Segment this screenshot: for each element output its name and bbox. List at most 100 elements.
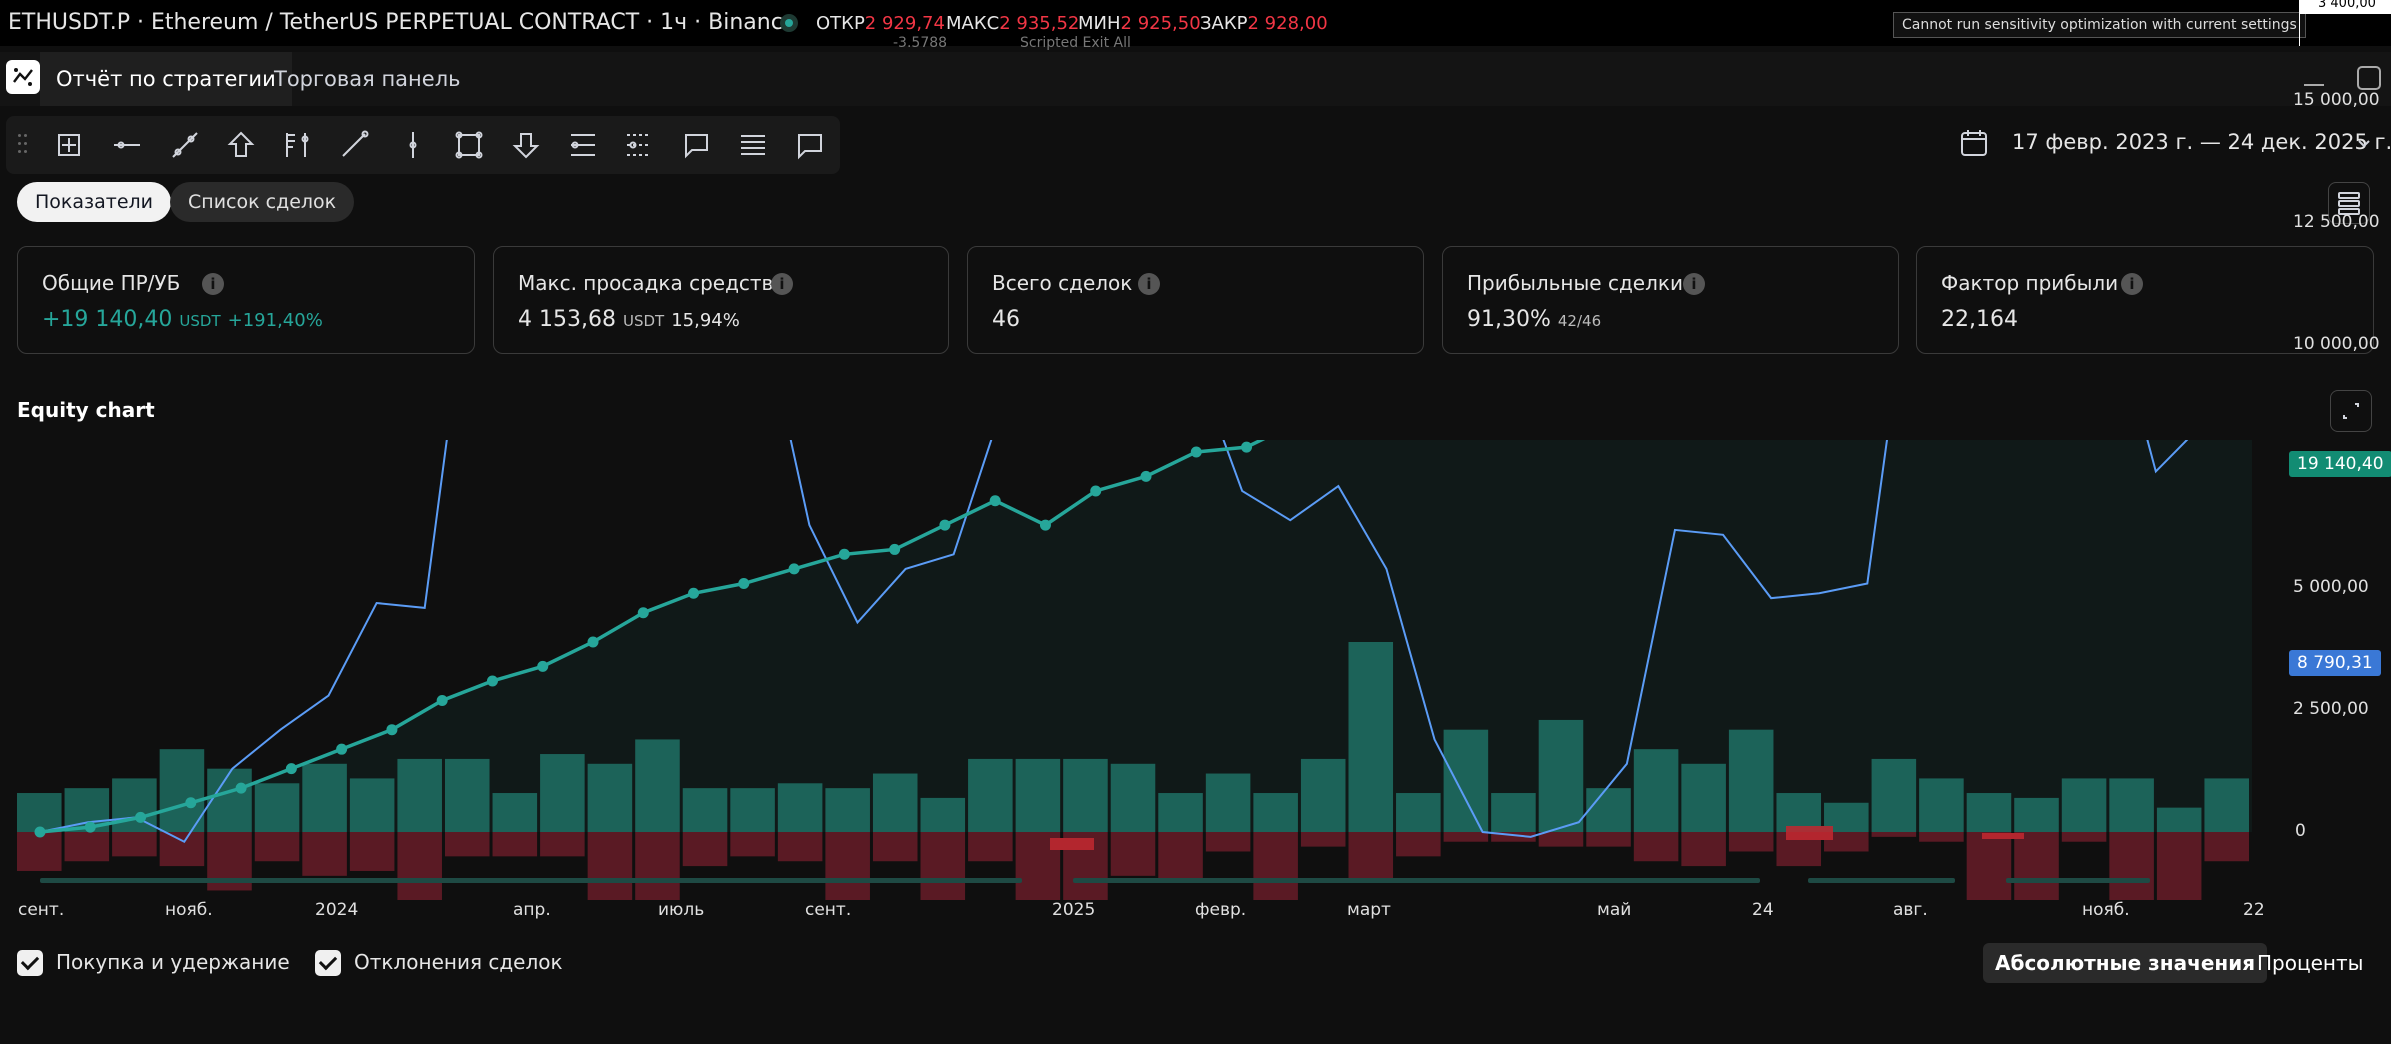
equity-chart[interactable] bbox=[0, 440, 2391, 900]
equity-point bbox=[1140, 470, 1152, 482]
card-max-drawdown: Макс. просадка средств i 4 153,68 USDT 1… bbox=[493, 246, 949, 354]
x-tick-label: 22 bbox=[2243, 900, 2265, 920]
tab-strategy-report[interactable]: Отчёт по стратегии bbox=[40, 52, 292, 106]
trade-timeline-segment bbox=[1073, 878, 1760, 883]
x-tick-label: сент. bbox=[18, 900, 65, 920]
trade-drawdown-bar bbox=[1538, 832, 1584, 847]
partial-indicator-value: -3.5788 bbox=[893, 35, 948, 51]
card-total-trades: Всего сделок i 46 bbox=[967, 246, 1424, 354]
short-position-icon[interactable] bbox=[616, 122, 662, 168]
date-range-selector[interactable]: 17 февр. 2023 г. — 24 дек. 2025 г. bbox=[2012, 130, 2391, 154]
comment-icon[interactable] bbox=[787, 122, 833, 168]
symbol-title[interactable]: ETHUSDT.P · Ethereum / TetherUS PERPETUA… bbox=[8, 10, 796, 35]
equity-point bbox=[1090, 485, 1102, 497]
trade-drawdown-bar bbox=[1110, 832, 1156, 876]
excursions-checkbox[interactable] bbox=[315, 950, 341, 976]
card-value: 91,30% 42/46 bbox=[1467, 307, 1601, 332]
drawdown-percent: 15,94% bbox=[671, 310, 740, 331]
trade-drawdown-bar bbox=[1396, 832, 1441, 857]
x-tick-label: май bbox=[1597, 900, 1632, 920]
trade-drawdown-bar bbox=[2156, 832, 2202, 900]
trade-drawdown-bar bbox=[777, 832, 823, 862]
expand-icon[interactable] bbox=[2330, 390, 2372, 432]
tab-trade-list[interactable]: Список сделок bbox=[170, 182, 355, 222]
ohlc-high-value: 2 935,52 bbox=[999, 13, 1080, 34]
buy-hold-label[interactable]: Покупка и удержание bbox=[56, 950, 290, 974]
ohlc-open-value: 2 929,74 bbox=[864, 13, 945, 34]
profit-factor-value: 22,164 bbox=[1941, 307, 2018, 332]
trade-drawdown-bar bbox=[920, 832, 966, 900]
ray-icon[interactable] bbox=[162, 122, 208, 168]
rectangle-icon[interactable] bbox=[446, 122, 492, 168]
equity-point bbox=[1039, 519, 1051, 531]
trade-loss-accent-bar bbox=[1982, 833, 2024, 839]
chevron-down-icon[interactable] bbox=[2354, 134, 2374, 158]
trade-drawdown-bar bbox=[968, 832, 1013, 862]
percent-button[interactable]: Проценты bbox=[2245, 943, 2375, 983]
equity-point bbox=[688, 587, 700, 599]
trend-rect-icon[interactable] bbox=[46, 122, 92, 168]
card-title: Фактор прибыли bbox=[1941, 271, 2119, 295]
maximize-icon[interactable] bbox=[2357, 66, 2381, 90]
card-title: Общие ПР/УБ bbox=[42, 271, 181, 295]
buy-hold-last-value-badge: 8 790,31 bbox=[2289, 650, 2381, 676]
trade-drawdown-bar bbox=[2014, 832, 2059, 900]
equity-point bbox=[185, 797, 197, 809]
info-icon[interactable]: i bbox=[202, 273, 224, 295]
y-tick-label: 12 500,00 bbox=[2293, 212, 2380, 232]
market-status-icon bbox=[780, 14, 798, 32]
y-tick-label: 5 000,00 bbox=[2293, 577, 2369, 598]
vertical-line-icon[interactable] bbox=[390, 122, 436, 168]
absolute-values-button[interactable]: Абсолютные значения bbox=[1983, 943, 2268, 983]
trade-drawdown-bar bbox=[635, 832, 680, 900]
drawdown-unit: USDT bbox=[622, 312, 665, 330]
long-position-icon[interactable] bbox=[560, 122, 606, 168]
info-icon[interactable]: i bbox=[771, 273, 793, 295]
drawdown-value: 4 153,68 bbox=[518, 307, 616, 332]
buy-hold-checkbox[interactable] bbox=[17, 950, 43, 976]
equity-point bbox=[1190, 446, 1202, 458]
trade-drawdown-bar bbox=[872, 832, 918, 862]
callout-icon[interactable] bbox=[673, 122, 719, 168]
trade-drawdown-bar bbox=[1919, 832, 1964, 842]
trade-drawdown-bar bbox=[1871, 832, 1917, 837]
net-profit-value: +19 140,40 bbox=[42, 307, 173, 332]
flag-icon[interactable] bbox=[274, 122, 320, 168]
line-icon[interactable] bbox=[331, 122, 377, 168]
equity-point bbox=[939, 519, 951, 531]
x-tick-label: февр. bbox=[1195, 900, 1247, 920]
profitable-pct-value: 91,30% bbox=[1467, 307, 1551, 332]
equity-point bbox=[637, 607, 649, 619]
minimize-icon[interactable] bbox=[2304, 84, 2324, 86]
arrow-up-icon[interactable] bbox=[218, 122, 264, 168]
ohlc-low: МИН2 925,50 bbox=[1078, 13, 1201, 34]
trade-drawdown-bar bbox=[159, 832, 205, 867]
info-icon[interactable]: i bbox=[1683, 273, 1705, 295]
card-value: 4 153,68 USDT 15,94% bbox=[518, 307, 740, 332]
horizontal-line-icon[interactable] bbox=[104, 122, 150, 168]
ohlc-high: МАКС2 935,52 bbox=[946, 13, 1079, 34]
calendar-icon[interactable] bbox=[1958, 127, 1990, 163]
ohlc-low-label: МИН bbox=[1078, 13, 1121, 34]
strategy-report-icon[interactable] bbox=[6, 60, 40, 94]
y-tick-label: 10 000,00 bbox=[2293, 333, 2380, 354]
excursions-label[interactable]: Отклонения сделок bbox=[354, 950, 563, 974]
trade-runup-bar bbox=[17, 793, 62, 832]
tab-trading-panel[interactable]: Торговая панель bbox=[260, 52, 475, 106]
equity-point bbox=[34, 826, 46, 838]
ohlc-close: ЗАКР2 928,00 bbox=[1200, 13, 1328, 34]
partial-indicator-label: Scripted Exit All bbox=[1020, 35, 1131, 51]
net-profit-percent: +191,40% bbox=[227, 310, 323, 331]
arrow-down-icon[interactable] bbox=[503, 122, 549, 168]
equity-point bbox=[838, 548, 850, 560]
drag-handle-icon[interactable] bbox=[18, 134, 28, 158]
trade-drawdown-bar bbox=[1300, 832, 1346, 847]
trade-drawdown-bar bbox=[682, 832, 728, 867]
trade-drawdown-bar bbox=[1966, 832, 2012, 900]
trade-drawdown-bar bbox=[1443, 832, 1489, 842]
equity-last-value-badge: 19 140,40 bbox=[2289, 451, 2391, 477]
info-icon[interactable]: i bbox=[1138, 273, 1160, 295]
info-icon[interactable]: i bbox=[2121, 273, 2143, 295]
lines-icon[interactable] bbox=[730, 122, 776, 168]
tab-metrics[interactable]: Показатели bbox=[17, 182, 172, 222]
